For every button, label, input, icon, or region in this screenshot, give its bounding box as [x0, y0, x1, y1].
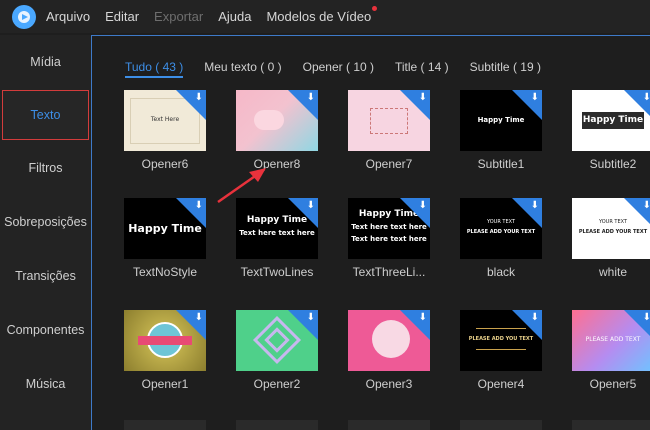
download-icon[interactable]: ⬇	[643, 313, 650, 323]
sidebar: Mídia Texto Filtros Sobreposições Transi…	[0, 35, 91, 430]
template-card[interactable]: PLEASE ADD TEXT ⬇ Opener5	[572, 310, 650, 391]
template-thumbnail[interactable]: YOUR TEXT PLEASE ADD YOUR TEXT ⬇	[572, 198, 650, 259]
template-thumbnail[interactable]: Happy Time ⬇	[124, 198, 206, 259]
template-name: TextNoStyle	[132, 265, 198, 279]
template-name: Opener4	[477, 377, 525, 391]
thumb-text: PLEASE ADD YOUR TEXT	[578, 229, 648, 235]
menu-exportar: Exportar	[154, 9, 204, 24]
template-card[interactable]: Happy Time ⬇ Subtitle2	[572, 90, 650, 171]
thumb-text: Text here text here	[239, 229, 315, 237]
tab-subtitle[interactable]: Subtitle ( 19 )	[470, 60, 541, 78]
template-card[interactable]: Happy Time ⬇ Subtitle1	[460, 90, 542, 171]
template-name: Opener8	[253, 157, 301, 171]
template-thumbnail[interactable]: ⬇	[124, 310, 206, 371]
download-icon[interactable]: ⬇	[531, 93, 539, 103]
menu-arquivo[interactable]: Arquivo	[46, 9, 90, 24]
template-thumbnail[interactable]: Text Here ⬇	[124, 90, 206, 151]
template-thumbnail[interactable]: ⬇	[348, 90, 430, 151]
template-name: Opener1	[141, 377, 189, 391]
tab-title[interactable]: Title ( 14 )	[395, 60, 449, 78]
tab-meu-texto[interactable]: Meu texto ( 0 )	[204, 60, 281, 78]
download-icon[interactable]: ⬇	[307, 201, 315, 211]
menu-modelos-label: Modelos de Vídeo	[266, 9, 372, 24]
template-thumbnail[interactable]: Happy Time Text here text here ⬇	[236, 198, 318, 259]
template-thumbnail[interactable]: ⬇	[236, 310, 318, 371]
template-name: Opener3	[365, 377, 413, 391]
tab-tudo[interactable]: Tudo ( 43 )	[125, 60, 184, 78]
category-tabs: Tudo ( 43 ) Meu texto ( 0 ) Opener ( 10 …	[125, 60, 562, 78]
template-thumbnail[interactable]: ⬇	[236, 90, 318, 151]
app-logo-icon	[12, 4, 36, 29]
template-card[interactable]	[348, 420, 430, 430]
sidebar-item-filtros[interactable]: Filtros	[0, 141, 91, 195]
template-thumbnail[interactable]	[460, 420, 542, 430]
template-card[interactable]: ⬇ Opener3	[348, 310, 430, 391]
template-thumbnail[interactable]: PLEASE ADD YOU TEXT ⬇	[460, 310, 542, 371]
download-icon[interactable]: ⬇	[195, 313, 203, 323]
template-card[interactable]: PLEASE ADD YOU TEXT ⬇ Opener4	[460, 310, 542, 391]
download-icon[interactable]: ⬇	[643, 201, 650, 211]
template-name: Subtitle1	[477, 157, 525, 171]
menu-bar: Arquivo Editar Exportar Ajuda Modelos de…	[0, 0, 650, 33]
template-card[interactable]	[124, 420, 206, 430]
template-card[interactable]: ⬇ Opener1	[124, 310, 206, 391]
template-card[interactable]: ⬇ Opener8	[236, 90, 318, 171]
download-icon[interactable]: ⬇	[195, 201, 203, 211]
notification-dot	[372, 6, 378, 11]
download-icon[interactable]: ⬇	[419, 201, 427, 211]
template-card[interactable]	[236, 420, 318, 430]
template-name: Opener5	[589, 377, 637, 391]
tab-opener[interactable]: Opener ( 10 )	[303, 60, 374, 78]
template-name: Opener2	[253, 377, 301, 391]
template-thumbnail[interactable]: Happy Time ⬇	[460, 90, 542, 151]
menu-editar[interactable]: Editar	[105, 9, 139, 24]
template-card[interactable]: Happy Time Text here text here Text here…	[348, 198, 430, 279]
sidebar-item-transicoes[interactable]: Transições	[0, 249, 91, 303]
thumb-text: PLEASE ADD YOUR TEXT	[466, 229, 536, 235]
template-thumbnail[interactable]: YOUR TEXT PLEASE ADD YOUR TEXT ⬇	[460, 198, 542, 259]
download-icon[interactable]: ⬇	[531, 313, 539, 323]
template-card[interactable]: YOUR TEXT PLEASE ADD YOUR TEXT ⬇ black	[460, 198, 542, 279]
template-card[interactable]	[572, 420, 650, 430]
thumb-text: Text here text here	[351, 235, 427, 243]
template-name: black	[486, 265, 515, 279]
template-name: TextTwoLines	[240, 265, 314, 279]
template-card[interactable]: Happy Time Text here text here ⬇ TextTwo…	[236, 198, 318, 279]
template-thumbnail[interactable]: Happy Time ⬇	[572, 90, 650, 151]
download-icon[interactable]: ⬇	[307, 93, 315, 103]
download-icon[interactable]: ⬇	[643, 93, 650, 103]
download-icon[interactable]: ⬇	[531, 201, 539, 211]
template-panel: Tudo ( 43 ) Meu texto ( 0 ) Opener ( 10 …	[91, 35, 650, 430]
download-icon[interactable]: ⬇	[419, 313, 427, 323]
template-thumbnail[interactable]: ⬇	[348, 310, 430, 371]
template-thumbnail[interactable]	[348, 420, 430, 430]
template-name: white	[598, 265, 627, 279]
menu-modelos-de-video[interactable]: Modelos de Vídeo	[266, 6, 378, 24]
template-name: Opener7	[365, 157, 413, 171]
sidebar-item-sobreposicoes[interactable]: Sobreposições	[0, 195, 91, 249]
sidebar-item-musica[interactable]: Música	[0, 357, 91, 411]
template-name: Subtitle2	[589, 157, 637, 171]
sidebar-item-componentes[interactable]: Componentes	[0, 303, 91, 357]
template-thumbnail[interactable]	[572, 420, 650, 430]
template-card[interactable]: ⬇ Opener7	[348, 90, 430, 171]
template-card[interactable]: Happy Time ⬇ TextNoStyle	[124, 198, 206, 279]
download-icon[interactable]: ⬇	[307, 313, 315, 323]
template-card[interactable]: Text Here ⬇ Opener6	[124, 90, 206, 171]
template-thumbnail[interactable]	[124, 420, 206, 430]
template-thumbnail[interactable]: Happy Time Text here text here Text here…	[348, 198, 430, 259]
template-card[interactable]	[460, 420, 542, 430]
download-icon[interactable]: ⬇	[419, 93, 427, 103]
menu-ajuda[interactable]: Ajuda	[218, 9, 251, 24]
template-name: Opener6	[141, 157, 189, 171]
template-name: TextThreeLi...	[352, 265, 426, 279]
template-card[interactable]: ⬇ Opener2	[236, 310, 318, 391]
template-card[interactable]: YOUR TEXT PLEASE ADD YOUR TEXT ⬇ white	[572, 198, 650, 279]
template-thumbnail[interactable]	[236, 420, 318, 430]
download-icon[interactable]: ⬇	[195, 93, 203, 103]
template-thumbnail[interactable]: PLEASE ADD TEXT ⬇	[572, 310, 650, 371]
sidebar-item-texto[interactable]: Texto	[2, 90, 89, 140]
sidebar-item-midia[interactable]: Mídia	[0, 35, 91, 89]
